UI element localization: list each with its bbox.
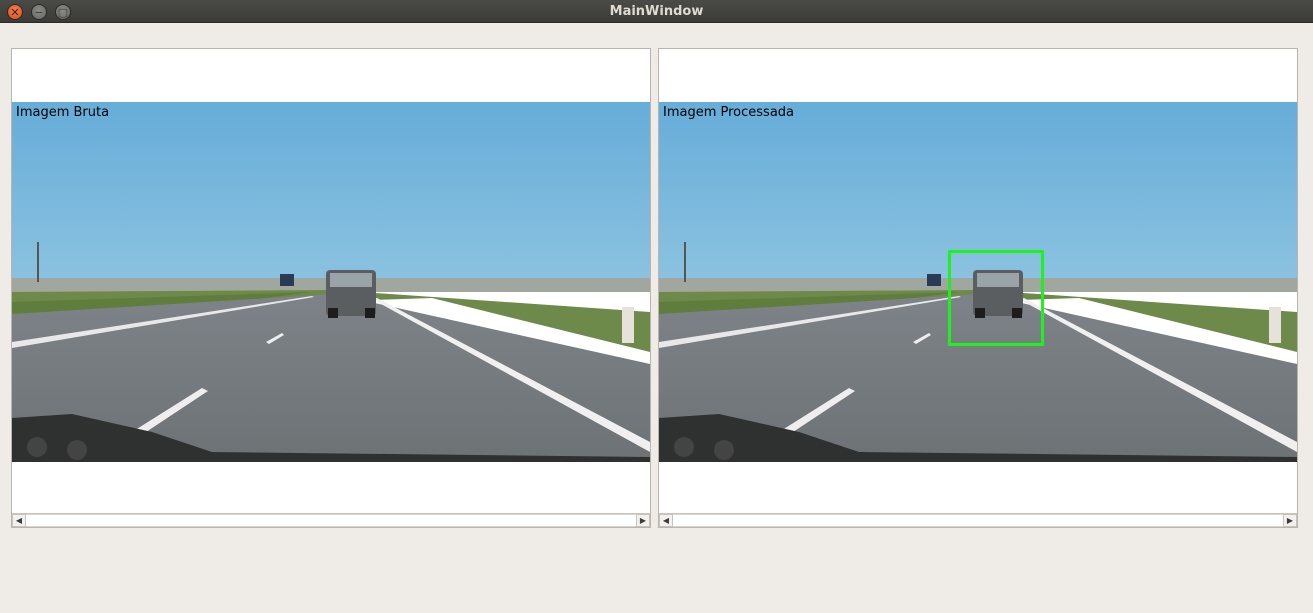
raw-image-caption: Imagem Bruta <box>16 105 110 120</box>
horizontal-scrollbar[interactable]: ◀ ▶ <box>12 513 650 527</box>
scroll-track[interactable] <box>26 514 636 527</box>
raw-image <box>12 102 650 462</box>
title-bar: ✕ − ▢ MainWindow <box>0 0 1313 23</box>
arrow-left-icon[interactable]: ◀ <box>659 514 673 527</box>
window-title: MainWindow <box>609 4 704 19</box>
vehicle-detection-box <box>948 250 1044 346</box>
arrow-left-icon[interactable]: ◀ <box>12 514 26 527</box>
horizontal-scrollbar[interactable]: ◀ ▶ <box>659 513 1297 527</box>
processed-image-view[interactable]: Imagem Processada ◀ ▶ <box>658 48 1298 528</box>
raw-image-view[interactable]: Imagem Bruta ◀ ▶ <box>11 48 651 528</box>
arrow-right-icon[interactable]: ▶ <box>1283 514 1297 527</box>
arrow-right-icon[interactable]: ▶ <box>636 514 650 527</box>
scroll-track[interactable] <box>673 514 1283 527</box>
processed-image-caption: Imagem Processada <box>663 105 795 120</box>
road-scene-image <box>12 102 650 462</box>
